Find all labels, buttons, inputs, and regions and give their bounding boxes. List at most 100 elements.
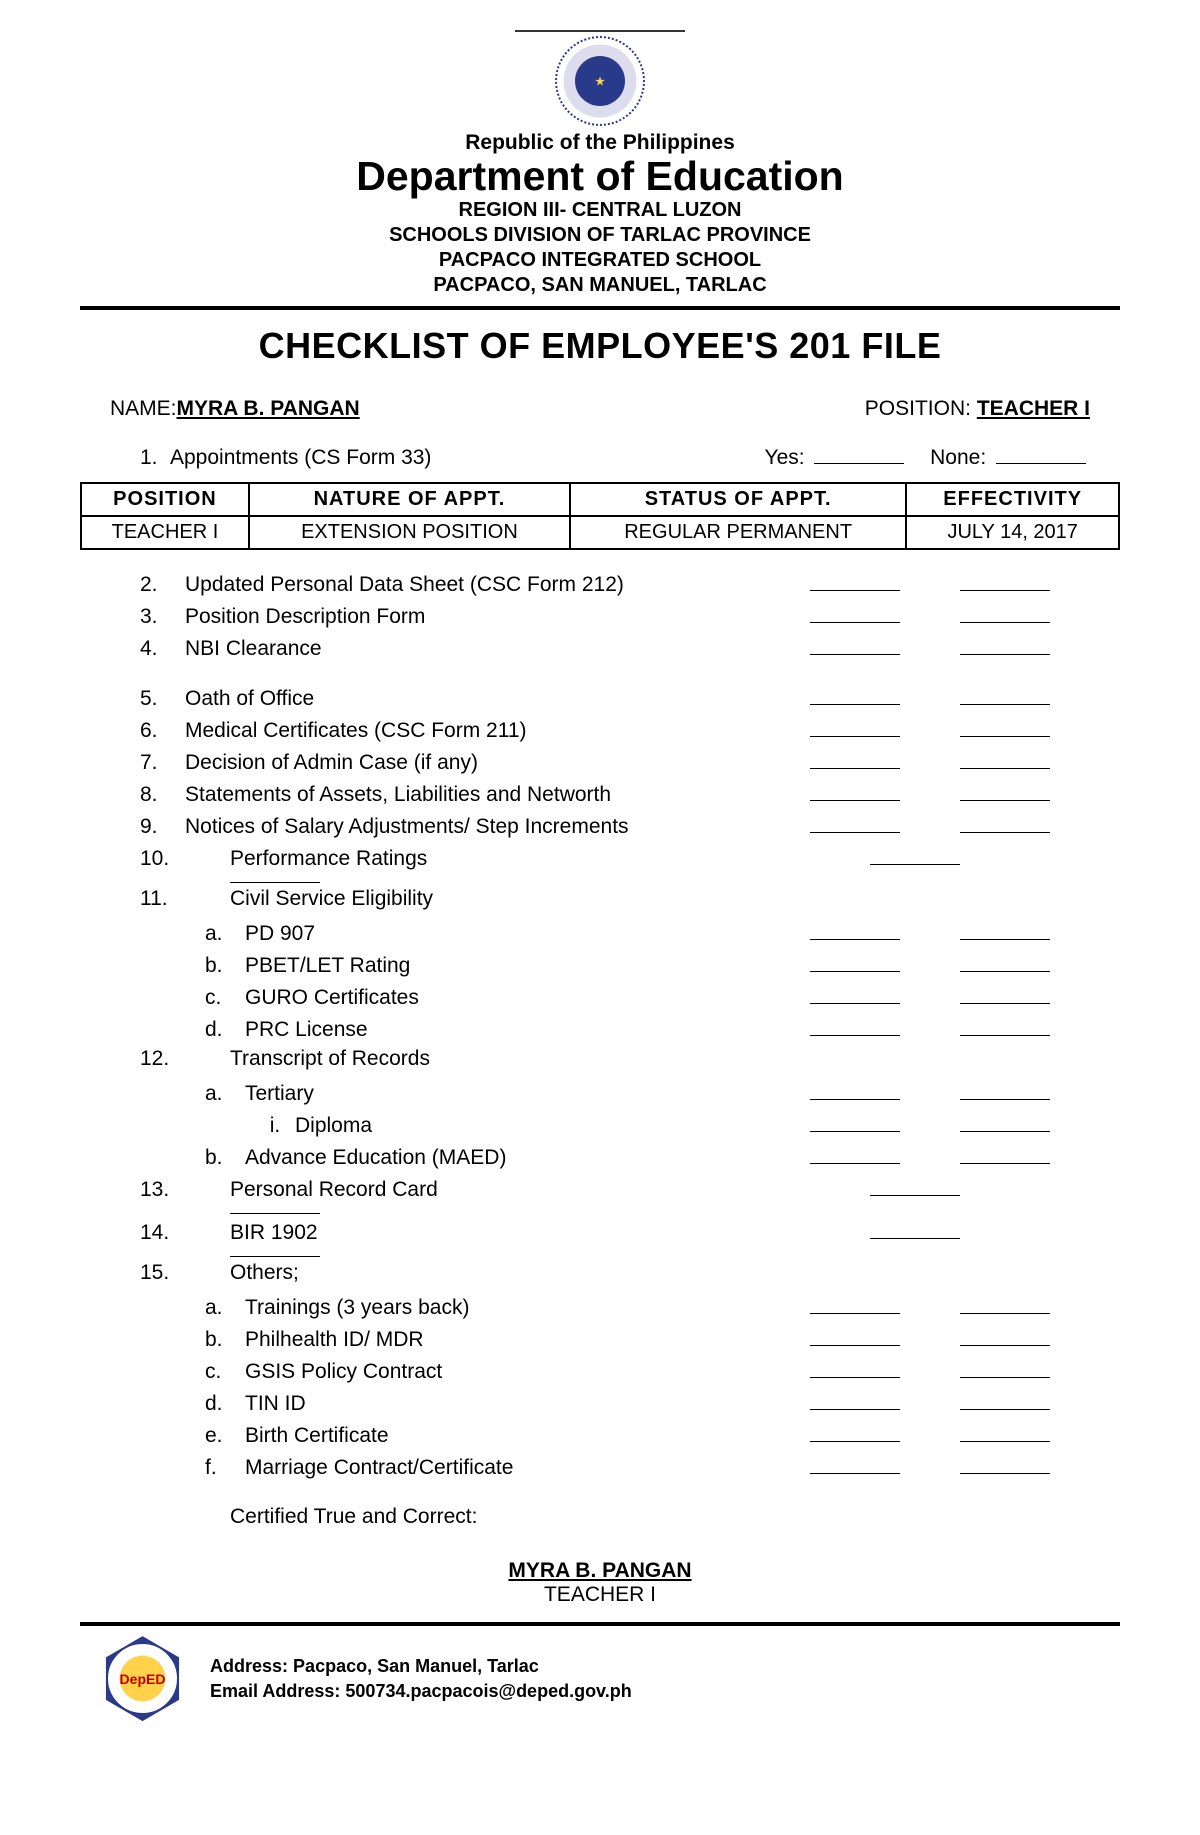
item-11c-row: c. GURO Certificates [140,983,1060,1011]
item-5-row: 5. Oath of Office [140,684,1060,712]
blank-field[interactable] [960,812,1050,833]
header-top-rule [515,30,685,32]
yes-blank[interactable] [814,441,904,464]
blank-field[interactable] [810,951,900,972]
td-status: REGULAR PERMANENT [570,516,906,549]
item-15c-row: c. GSIS Policy Contract [140,1357,1060,1385]
blank-field[interactable] [960,919,1050,940]
blank-field[interactable] [810,716,900,737]
blank-field[interactable] [870,844,960,865]
signatory-name: MYRA B. PANGAN [425,1559,775,1583]
blank-field[interactable] [960,1421,1050,1442]
td-nature: EXTENSION POSITION [249,516,570,549]
blank-field[interactable] [870,1175,960,1196]
td-position: TEACHER I [81,516,249,549]
item-15e-row: e. Birth Certificate [140,1421,1060,1449]
blank-field[interactable] [810,919,900,940]
item-1-row: 1. Appointments (CS Form 33) Yes: None: [80,441,1120,470]
blank-field[interactable] [810,1325,900,1346]
item-15-row: 15. Others; [140,1261,1060,1289]
blank-field[interactable] [810,1453,900,1474]
checklist-body: 2. Updated Personal Data Sheet (CSC Form… [80,570,1120,1607]
blank-field[interactable] [960,951,1050,972]
blank-field[interactable] [960,748,1050,769]
blank-field[interactable] [810,1389,900,1410]
blank-field[interactable] [810,602,900,623]
name-position-row: NAME:MYRA B. PANGAN POSITION: TEACHER I [80,397,1120,421]
footer-divider [80,1622,1120,1626]
blank-field[interactable] [810,812,900,833]
item-14-row: 14. BIR 1902 [140,1218,1060,1246]
blank-field[interactable] [960,1453,1050,1474]
blank-field[interactable] [810,1015,900,1036]
item-9-row: 9. Notices of Salary Adjustments/ Step I… [140,812,1060,840]
cert-label: Certified True and Correct: [140,1485,1060,1529]
blank-field[interactable] [810,983,900,1004]
item-7-row: 7. Decision of Admin Case (if any) [140,748,1060,776]
item-15f-row: f. Marriage Contract/Certificate [140,1453,1060,1481]
item-10-row: 10. Performance Ratings [140,844,1060,872]
item-15b-row: b. Philhealth ID/ MDR [140,1325,1060,1353]
region-line: REGION III- CENTRAL LUZON [80,198,1120,223]
blank-field[interactable] [810,748,900,769]
position-label: POSITION: [865,397,971,420]
department-line: Department of Education [80,155,1120,198]
blank-field[interactable] [810,684,900,705]
item-12ai-row: i. Diploma [140,1111,1060,1139]
blank-field[interactable] [960,1357,1050,1378]
blank-field[interactable] [960,1111,1050,1132]
item-2-row: 2. Updated Personal Data Sheet (CSC Form… [140,570,1060,598]
blank-field[interactable] [960,1293,1050,1314]
footer-email-label: Email Address: [210,1681,340,1701]
footer-email-value: 500734.pacpacois@deped.gov.ph [345,1681,631,1701]
footer-text: Address: Pacpaco, San Manuel, Tarlac Ema… [210,1654,632,1703]
blank-field[interactable] [810,1357,900,1378]
blank-field[interactable] [960,634,1050,655]
item-15d-row: d. TIN ID [140,1389,1060,1417]
blank-field[interactable] [960,1079,1050,1100]
blank-field[interactable] [810,1079,900,1100]
blank-field[interactable] [870,1218,960,1239]
blank-field[interactable] [960,780,1050,801]
item-4-row: 4. NBI Clearance [140,634,1060,662]
item-13-row: 13. Personal Record Card [140,1175,1060,1203]
ph-seal-icon: ★ [555,36,645,126]
blank-field[interactable] [960,570,1050,591]
document-page: ★ Republic of the Philippines Department… [0,0,1200,1761]
item-1-label: Appointments (CS Form 33) [170,446,755,470]
item-11b-row: b. PBET/LET Rating [140,951,1060,979]
blank-field-above[interactable] [230,1213,320,1214]
blank-field[interactable] [810,634,900,655]
signature-block: MYRA B. PANGAN TEACHER I [425,1559,775,1607]
blank-field[interactable] [960,602,1050,623]
item-12a-row: a. Tertiary [140,1079,1060,1107]
blank-field[interactable] [960,716,1050,737]
blank-field[interactable] [960,983,1050,1004]
blank-field[interactable] [960,684,1050,705]
name-value: MYRA B. PANGAN [177,397,360,420]
th-status: STATUS OF APPT. [570,483,906,516]
blank-field[interactable] [810,1421,900,1442]
th-nature: NATURE OF APPT. [249,483,570,516]
blank-field[interactable] [810,570,900,591]
blank-field[interactable] [810,1143,900,1164]
table-row: TEACHER I EXTENSION POSITION REGULAR PER… [81,516,1119,549]
blank-field[interactable] [960,1015,1050,1036]
item-1-yes: Yes: [765,441,909,470]
blank-field[interactable] [810,780,900,801]
th-effectivity: EFFECTIVITY [906,483,1119,516]
blank-field[interactable] [960,1325,1050,1346]
signatory-position: TEACHER I [425,1583,775,1607]
item-11-row: 11. Civil Service Eligibility [140,887,1060,915]
blank-field[interactable] [960,1389,1050,1410]
blank-field[interactable] [960,1143,1050,1164]
appointment-table: POSITION NATURE OF APPT. STATUS OF APPT.… [80,482,1120,550]
blank-field-above[interactable] [230,882,320,883]
address-line: PACPACO, SAN MANUEL, TARLAC [80,273,1120,298]
item-15a-row: a. Trainings (3 years back) [140,1293,1060,1321]
none-blank[interactable] [996,441,1086,464]
school-line: PACPACO INTEGRATED SCHOOL [80,248,1120,273]
blank-field-above[interactable] [230,1256,320,1257]
blank-field[interactable] [810,1111,900,1132]
blank-field[interactable] [810,1293,900,1314]
